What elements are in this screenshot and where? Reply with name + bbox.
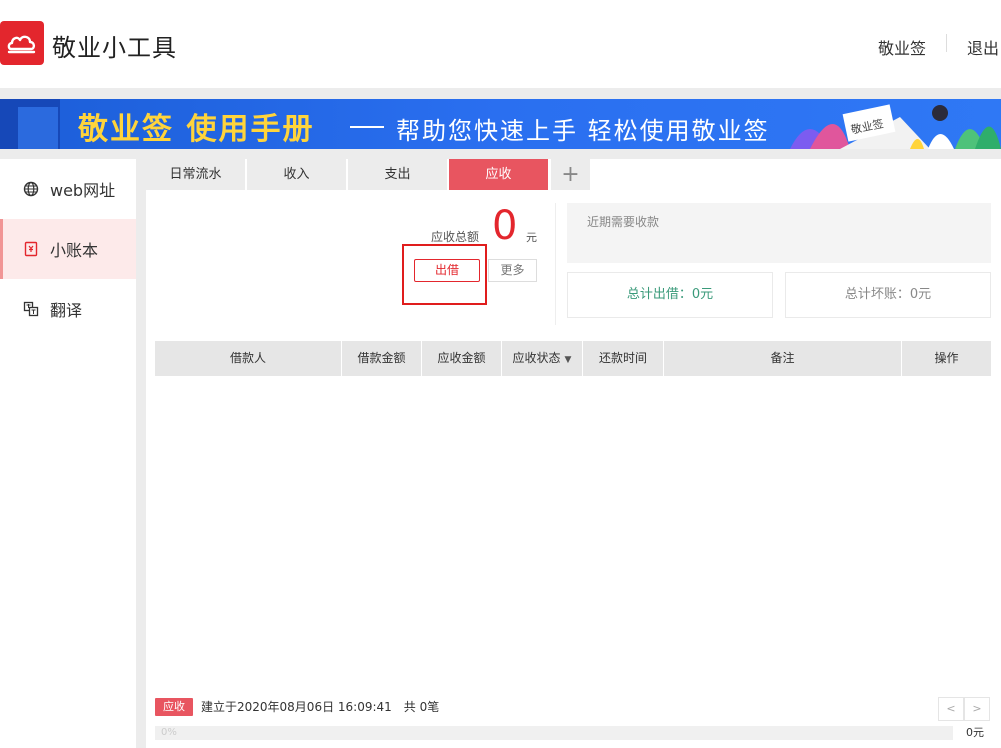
total-lent-stat: 总计出借：0元	[567, 272, 773, 318]
created-date: 建立于2020年08月06日 16:09:41	[201, 700, 392, 714]
app-title: 敬业小工具	[52, 34, 177, 62]
tab-receivable[interactable]: 应收	[449, 159, 548, 190]
ledger-type-badge: 应收	[155, 698, 193, 716]
column-header[interactable]: 备注	[664, 341, 902, 376]
more-button[interactable]: 更多	[488, 259, 537, 282]
receivable-total-label: 应收总额	[431, 230, 480, 244]
app-logo[interactable]	[0, 21, 44, 65]
plus-icon: +	[561, 162, 580, 187]
app-header: 敬业小工具 敬业签 退出	[0, 0, 1001, 88]
caret-down-icon: ▼	[564, 355, 572, 365]
highlight-box	[402, 244, 487, 305]
column-header-label: 应收状态	[512, 351, 561, 365]
progress-percent: 0%	[161, 727, 177, 738]
ledger-icon	[23, 241, 39, 257]
sidebar-item-web[interactable]: web网址	[0, 159, 136, 219]
sidebar-item-ledger[interactable]: 小账本	[0, 219, 136, 279]
progress-amount: 0元	[966, 726, 984, 739]
manual-banner[interactable]: 敬业签 使用手册 帮助您快速上手 轻松使用敬业签 敬业签	[0, 99, 1001, 149]
sidebar-item-label: 小账本	[50, 241, 99, 260]
receivable-total-unit: 元	[526, 231, 537, 244]
upcoming-collections-panel: 近期需要收款	[567, 203, 991, 263]
entry-count: 共 0笔	[403, 700, 440, 714]
column-header[interactable]: 应收金额	[422, 341, 502, 376]
globe-icon	[23, 181, 39, 197]
sidebar-item-translate[interactable]: 翻译	[0, 279, 136, 339]
banner-illustration: 敬业签	[790, 104, 1001, 149]
translate-icon	[23, 301, 39, 317]
receivable-total-value: 0	[492, 203, 518, 249]
prev-page-button[interactable]: <	[938, 697, 964, 721]
tab-income[interactable]: 收入	[247, 159, 346, 190]
sidebar-item-label: 翻译	[50, 301, 83, 320]
column-header[interactable]: 操作	[902, 341, 991, 376]
banner-subtitle: 帮助您快速上手 轻松使用敬业签	[396, 117, 770, 145]
banner-title: 敬业签 使用手册	[78, 112, 315, 147]
tab-expense[interactable]: 支出	[348, 159, 447, 190]
cloud-icon	[7, 35, 36, 54]
column-header[interactable]: 借款人	[155, 341, 342, 376]
column-header[interactable]: 借款金额	[342, 341, 422, 376]
total-bad-debt-stat: 总计坏账：0元	[785, 272, 991, 318]
sidebar-item-label: web网址	[50, 181, 116, 200]
nav-divider	[946, 34, 947, 52]
vertical-divider	[555, 203, 556, 325]
banner-dash	[350, 126, 384, 128]
ledger-panel: 日常流水 收入 支出 应收 + 应收总额 0 元 出借 更多 近期需要收款 总计…	[146, 159, 1001, 748]
banner-decoration	[18, 107, 58, 149]
column-header[interactable]: 还款时间	[583, 341, 664, 376]
add-tab-button[interactable]: +	[551, 159, 590, 190]
logout-link[interactable]: 退出	[967, 35, 999, 59]
ledger-created-info: 建立于2020年08月06日 16:09:41 共 0笔	[201, 698, 439, 716]
upcoming-collections-label: 近期需要收款	[587, 215, 660, 229]
next-page-button[interactable]: >	[964, 697, 990, 721]
tab-daily[interactable]: 日常流水	[146, 159, 245, 190]
status-filter-header[interactable]: 应收状态 ▼	[502, 341, 583, 376]
nav-sign-link[interactable]: 敬业签	[878, 35, 926, 59]
sidebar: web网址 小账本 翻译	[0, 159, 136, 748]
receivable-table-header: 借款人 借款金额 应收金额 应收状态 ▼ 还款时间 备注 操作	[155, 341, 991, 376]
collection-progress-bar: 0%	[155, 726, 953, 740]
